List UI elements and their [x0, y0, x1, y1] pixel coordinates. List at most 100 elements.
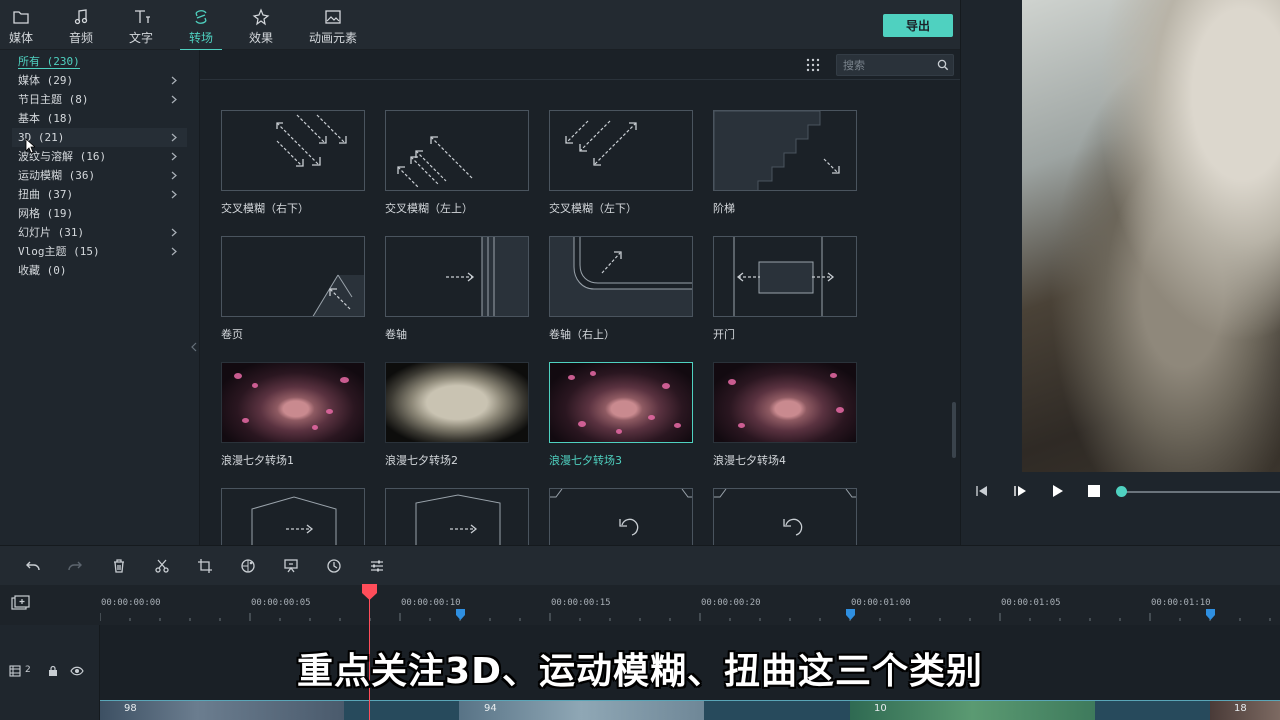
category-distortion[interactable]: 扭曲 (37): [12, 185, 187, 204]
cut-icon[interactable]: [154, 558, 170, 574]
next-frame-icon[interactable]: [1013, 484, 1027, 498]
category-slideshow[interactable]: 幻灯片 (31): [12, 223, 187, 242]
marker-icon[interactable]: [846, 609, 855, 620]
transition-item[interactable]: 开门: [713, 236, 857, 342]
transition-thumbnail[interactable]: [385, 488, 529, 545]
tab-media[interactable]: 媒体: [0, 8, 46, 48]
transition-item[interactable]: 交叉模糊（左上）: [385, 110, 529, 216]
timeline-ruler[interactable]: 00:00:00:00 00:00:00:05 00:00:00:10 00:0…: [0, 585, 1280, 625]
chevron-right-icon[interactable]: [169, 128, 179, 147]
category-ripple-dissolve[interactable]: 波纹与溶解 (16): [12, 147, 187, 166]
video-editor-window: 媒体 音频 文字 转场 效果 动画元素 导出 所有 (230) 媒体 (29) …: [0, 0, 1280, 720]
transition-thumbnail[interactable]: [713, 110, 857, 191]
transition-item[interactable]: 卷轴: [385, 236, 529, 342]
grid-view-icon[interactable]: [806, 58, 820, 72]
chevron-right-icon[interactable]: [169, 223, 179, 242]
category-grid[interactable]: 网格 (19): [12, 204, 187, 223]
playback-progress-knob[interactable]: [1116, 486, 1127, 497]
transition-item[interactable]: 交叉模糊（左下）: [549, 110, 693, 216]
transition-thumbnail[interactable]: [385, 236, 529, 317]
transition-item[interactable]: 浪漫七夕转场1: [221, 362, 365, 468]
tab-transition[interactable]: 转场: [176, 8, 226, 51]
search-input[interactable]: [843, 57, 933, 73]
chevron-right-icon[interactable]: [169, 71, 179, 90]
transition-item[interactable]: 浪漫七夕转场3: [549, 362, 693, 468]
clip-number: 98: [124, 703, 137, 714]
transition-item[interactable]: [549, 488, 693, 545]
preview-panel: [960, 0, 1280, 545]
redo-icon[interactable]: [67, 558, 83, 574]
chevron-right-icon[interactable]: [169, 90, 179, 109]
color-icon[interactable]: [240, 558, 256, 574]
open-door-icon: [733, 237, 835, 316]
tab-label: 文字: [128, 31, 153, 45]
transition-thumbnail[interactable]: [713, 362, 857, 443]
transition-item[interactable]: 阶梯: [713, 110, 857, 216]
transition-thumbnail[interactable]: [221, 362, 365, 443]
transition-thumbnail[interactable]: [549, 236, 693, 317]
transition-item[interactable]: [713, 488, 857, 545]
timecode-label: 00:00:01:10: [1151, 598, 1211, 608]
chevron-right-icon[interactable]: [169, 147, 179, 166]
tab-effects[interactable]: 效果: [236, 8, 286, 48]
transition-thumbnail[interactable]: [221, 110, 365, 191]
transition-thumbnail[interactable]: [713, 488, 857, 545]
tab-animated-elements[interactable]: 动画元素: [308, 8, 358, 48]
adjust-icon[interactable]: [369, 558, 385, 574]
green-screen-icon[interactable]: [283, 558, 299, 574]
undo-icon[interactable]: [25, 558, 41, 574]
category-label: Vlog主题 (15): [18, 245, 100, 258]
tab-text[interactable]: 文字: [116, 8, 166, 48]
category-all[interactable]: 所有 (230): [12, 52, 187, 71]
video-clip-strip[interactable]: 98 94 10 18: [100, 700, 1280, 720]
browser-scrollbar[interactable]: [952, 402, 956, 458]
chevron-right-icon[interactable]: [169, 242, 179, 261]
image-icon: [325, 10, 341, 24]
crop-icon[interactable]: [197, 558, 213, 574]
category-label: 基本 (18): [18, 112, 74, 125]
category-vlog[interactable]: Vlog主题 (15): [12, 242, 187, 261]
transition-thumbnail[interactable]: [385, 110, 529, 191]
stop-icon[interactable]: [1087, 484, 1101, 498]
play-icon[interactable]: [1050, 484, 1064, 498]
transition-item[interactable]: 浪漫七夕转场4: [713, 362, 857, 468]
category-motion-blur[interactable]: 运动模糊 (36): [12, 166, 187, 185]
mouse-cursor-icon: [25, 138, 35, 154]
category-favorites[interactable]: 收藏 (0): [12, 261, 187, 280]
playhead-handle-icon[interactable]: [362, 584, 377, 600]
folder-icon: [13, 11, 29, 24]
marker-icon[interactable]: [456, 609, 465, 620]
transition-thumbnail[interactable]: [549, 488, 693, 545]
search-icon[interactable]: [937, 59, 949, 71]
transition-item[interactable]: [385, 488, 529, 545]
category-basic[interactable]: 基本 (18): [12, 109, 187, 128]
category-3d[interactable]: 3D (21): [12, 128, 187, 147]
transition-thumbnail[interactable]: [549, 362, 693, 443]
transition-thumbnail[interactable]: [713, 236, 857, 317]
transition-thumbnail[interactable]: [385, 362, 529, 443]
clock-icon[interactable]: [326, 558, 342, 574]
transition-thumbnail[interactable]: [221, 488, 365, 545]
export-button[interactable]: 导出: [883, 14, 953, 37]
chevron-right-icon[interactable]: [169, 166, 179, 185]
category-holiday[interactable]: 节日主题 (8): [12, 90, 187, 109]
transition-item[interactable]: 卷页: [221, 236, 365, 342]
diagonal-arrows-icon: [276, 114, 347, 167]
category-label: 节日主题 (8): [18, 93, 89, 106]
tab-audio[interactable]: 音频: [56, 8, 106, 48]
transition-item[interactable]: [221, 488, 365, 545]
transition-item[interactable]: 卷轴（右上）: [549, 236, 693, 342]
video-clip[interactable]: [850, 701, 1095, 720]
marker-icon[interactable]: [1206, 609, 1215, 620]
category-media[interactable]: 媒体 (29): [12, 71, 187, 90]
playback-progress-track[interactable]: [1121, 491, 1280, 493]
transition-thumbnail[interactable]: [221, 236, 365, 317]
previous-frame-icon[interactable]: [975, 484, 989, 498]
delete-icon[interactable]: [111, 558, 127, 574]
add-track-icon[interactable]: [11, 595, 31, 611]
chevron-right-icon[interactable]: [169, 185, 179, 204]
transition-thumbnail[interactable]: [549, 110, 693, 191]
transition-item[interactable]: 交叉模糊（右下）: [221, 110, 365, 216]
collapse-sidebar-icon[interactable]: [190, 340, 198, 354]
transition-item[interactable]: 浪漫七夕转场2: [385, 362, 529, 468]
